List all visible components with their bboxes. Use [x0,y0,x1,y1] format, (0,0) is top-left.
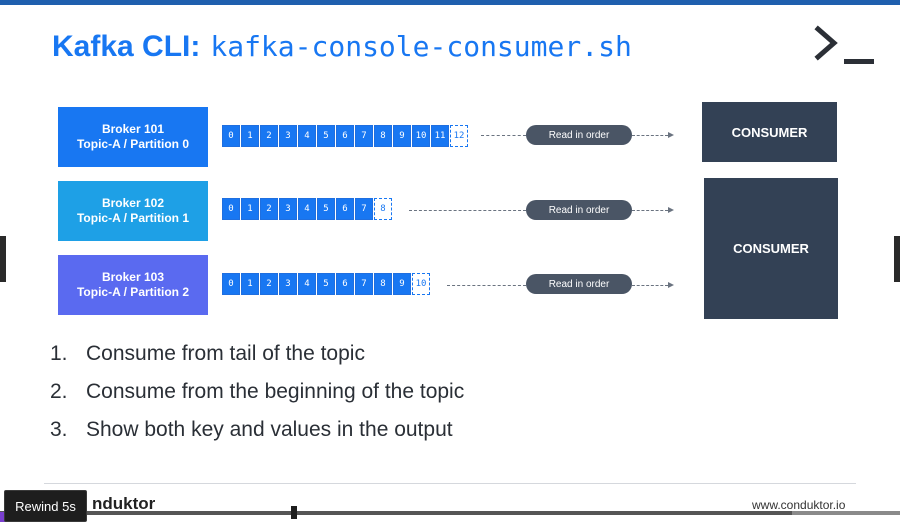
broker-label: Broker 102 [101,196,165,210]
slide-title: Kafka CLI: kafka-console-consumer.sh [52,30,632,70]
next-offset-cell: 8 [374,198,392,220]
read-in-order-badge: Read in order [526,274,632,294]
offset-cell: 2 [260,198,278,220]
list-text: Consume from tail of the topic [86,342,365,365]
flow-line [409,210,526,211]
consumer-box-1: CONSUMER [702,102,837,162]
offset-cell: 1 [241,125,259,147]
flow-line [632,210,668,211]
broker-label: Broker 103 [101,270,165,284]
offset-cell: 3 [279,273,297,295]
footer-divider [44,483,856,484]
flow-line [632,285,668,286]
video-scrub-handle[interactable] [291,506,297,519]
list-text: Consume from the beginning of the topic [86,380,465,403]
list-text: Show both key and values in the output [86,418,453,441]
video-progress-fill [0,511,792,515]
partition-1-offsets: 0 1 2 3 4 5 6 7 8 [222,198,393,222]
read-in-order-badge: Read in order [526,125,632,145]
list-item: 3. Show both key and values in the outpu… [50,411,464,449]
broker-102-box: Broker 102 Topic-A / Partition 1 [58,181,208,241]
offset-cell: 4 [298,273,316,295]
list-number: 2. [50,380,68,403]
arrow-right-icon [668,132,674,138]
list-number: 1. [50,342,68,365]
offset-cell: 10 [412,125,430,147]
offset-cell: 8 [374,273,392,295]
partition-2-offsets: 0 1 2 3 4 5 6 7 8 9 10 [222,273,431,297]
offset-cell: 1 [241,198,259,220]
offset-cell: 5 [317,273,335,295]
offset-cell: 4 [298,125,316,147]
flow-line [481,135,526,136]
next-offset-cell: 10 [412,273,430,295]
offset-cell: 9 [393,125,411,147]
terminal-prompt-icon [814,25,874,64]
offset-cell: 1 [241,273,259,295]
offset-cell: 0 [222,273,240,295]
offset-cell: 3 [279,198,297,220]
offset-cell: 0 [222,198,240,220]
offset-cell: 9 [393,273,411,295]
offset-cell: 2 [260,125,278,147]
offset-cell: 6 [336,273,354,295]
read-in-order-badge: Read in order [526,200,632,220]
offset-cell: 5 [317,198,335,220]
broker-label: Broker 101 [101,122,165,136]
offset-cell: 0 [222,125,240,147]
title-command: kafka-console-consumer.sh [210,30,632,63]
broker-101-box: Broker 101 Topic-A / Partition 0 [58,107,208,167]
right-nav-handle[interactable] [894,236,900,282]
flow-line [447,285,526,286]
arrow-right-icon [668,207,674,213]
top-accent-bar [0,0,900,5]
steps-list: 1. Consume from tail of the topic 2. Con… [50,335,464,449]
partition-label: Topic-A / Partition 0 [76,137,189,151]
offset-cell: 2 [260,273,278,295]
offset-cell: 3 [279,125,297,147]
offset-cell: 4 [298,198,316,220]
list-item: 1. Consume from tail of the topic [50,335,464,373]
offset-cell: 7 [355,125,373,147]
left-nav-handle[interactable] [0,236,6,282]
title-prefix: Kafka CLI: [52,30,201,63]
consumer-box-2: CONSUMER [704,178,838,319]
offset-cell: 7 [355,273,373,295]
footer-url: www.conduktor.io [752,498,846,512]
partition-0-offsets: 0 1 2 3 4 5 6 7 8 9 10 11 12 [222,125,469,149]
list-item: 2. Consume from the beginning of the top… [50,373,464,411]
partition-label: Topic-A / Partition 2 [76,285,189,299]
arrow-right-icon [668,282,674,288]
offset-cell: 6 [336,125,354,147]
offset-cell: 8 [374,125,392,147]
offset-cell: 11 [431,125,449,147]
flow-line [632,135,668,136]
rewind-button[interactable]: Rewind 5s [4,490,87,522]
broker-103-box: Broker 103 Topic-A / Partition 2 [58,255,208,315]
next-offset-cell: 12 [450,125,468,147]
offset-cell: 7 [355,198,373,220]
offset-cell: 6 [336,198,354,220]
partition-label: Topic-A / Partition 1 [76,211,189,225]
list-number: 3. [50,418,68,441]
offset-cell: 5 [317,125,335,147]
